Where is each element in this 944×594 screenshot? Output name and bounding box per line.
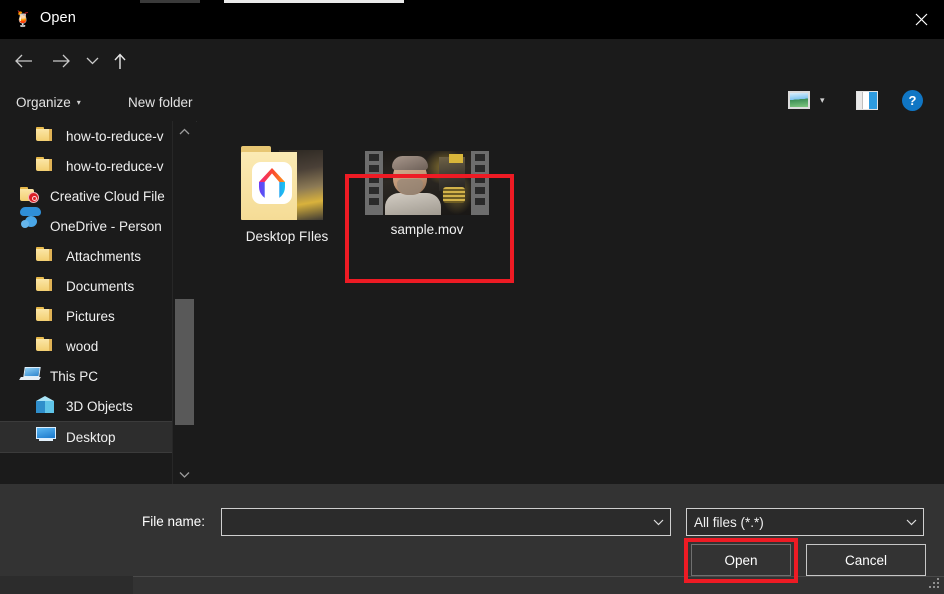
scroll-up-arrow-icon[interactable] <box>173 121 196 141</box>
file-name-input[interactable] <box>221 508 671 536</box>
sidebar-item-how-to-reduce-v[interactable]: how-to-reduce-v <box>0 151 172 181</box>
sidebar-item-label: Documents <box>66 279 134 294</box>
sidebar-item-attachments[interactable]: Attachments <box>0 241 172 271</box>
title-bar: 🍹 Open <box>0 0 944 39</box>
sidebar-item-how-to-reduce-v[interactable]: how-to-reduce-v <box>0 121 172 151</box>
sidebar-item-label: This PC <box>50 369 98 384</box>
up-arrow-icon[interactable] <box>106 46 134 76</box>
folder-thumbnail-icon <box>239 144 335 222</box>
forward-arrow-icon[interactable] <box>44 46 78 76</box>
file-name-label: File name: <box>142 514 205 529</box>
sidebar-item-label: OneDrive - Person <box>50 219 162 234</box>
cocktail-pineapple-icon: 🍹 <box>13 10 33 30</box>
file-type-filter-value: All files (*.*) <box>687 515 899 530</box>
sidebar-item-3d-objects[interactable]: 3D Objects <box>0 391 172 421</box>
titlebar-accent-right <box>224 0 404 3</box>
close-icon[interactable] <box>898 0 944 39</box>
cancel-button[interactable]: Cancel <box>806 544 926 576</box>
sidebar-item-onedrive-person[interactable]: OneDrive - Person <box>0 211 172 241</box>
folder-icon <box>36 306 58 326</box>
desktop-monitor-icon <box>36 427 58 447</box>
cube-icon <box>36 396 58 416</box>
sidebar-item-label: Creative Cloud File <box>50 189 165 204</box>
open-file-dialog: 🍹 Open › This PC › Desktop <box>0 0 944 594</box>
folder-tree: how-to-reduce-v how-to-reduce-v Creative C… <box>0 121 172 453</box>
folder-icon <box>36 336 58 356</box>
scrollbar-thumb[interactable] <box>175 299 194 425</box>
footer-left-strip <box>0 576 133 594</box>
file-item-sample-mov[interactable]: sample.mov <box>363 151 491 237</box>
help-icon[interactable]: ? <box>902 90 923 111</box>
creative-cloud-folder-icon <box>20 186 42 206</box>
organize-button[interactable]: Organize ▾ <box>16 92 81 113</box>
file-item-folder[interactable]: Desktop FIles <box>223 144 351 244</box>
pane-segment-right <box>869 92 877 109</box>
new-folder-button[interactable]: New folder <box>128 92 193 113</box>
file-list-view[interactable]: Desktop FIles <box>197 121 944 484</box>
sidebar-item-label: how-to-reduce-v <box>66 129 164 144</box>
preview-pane-button[interactable] <box>856 91 878 110</box>
folder-icon <box>36 276 58 296</box>
navigation-pane-scrollbar[interactable] <box>172 121 196 484</box>
file-item-label: sample.mov <box>363 222 491 237</box>
view-chevron-down-icon[interactable]: ▾ <box>820 95 825 106</box>
organize-label: Organize <box>16 95 71 110</box>
sidebar-item-label: 3D Objects <box>66 399 133 414</box>
titlebar-accent-left <box>140 0 200 3</box>
resize-grip[interactable] <box>928 578 940 590</box>
sidebar-item-documents[interactable]: Documents <box>0 271 172 301</box>
sidebar-item-label: how-to-reduce-v <box>66 159 164 174</box>
sidebar-item-label: Desktop <box>66 430 116 445</box>
sidebar-item-wood[interactable]: wood <box>0 331 172 361</box>
file-name-chevron-down-icon[interactable] <box>646 519 670 526</box>
sidebar-item-this-pc[interactable]: This PC <box>0 361 172 391</box>
this-pc-icon <box>20 366 42 386</box>
chevron-down-icon: ▾ <box>77 98 81 107</box>
sidebar-item-label: wood <box>66 339 98 354</box>
sidebar-item-pictures[interactable]: Pictures <box>0 301 172 331</box>
scroll-down-arrow-icon[interactable] <box>173 464 196 484</box>
back-arrow-icon[interactable] <box>6 46 40 76</box>
dialog-footer <box>0 484 944 594</box>
navigation-bar: › This PC › Desktop › Search Desktop <box>0 39 944 83</box>
video-thumbnail-icon <box>365 151 489 215</box>
sidebar-item-label: Attachments <box>66 249 141 264</box>
folder-icon <box>36 156 58 176</box>
navigation-pane: how-to-reduce-v how-to-reduce-v Creative C… <box>0 121 172 484</box>
picture-view-icon <box>788 91 810 109</box>
folder-icon <box>36 246 58 266</box>
sidebar-item-label: Pictures <box>66 309 115 324</box>
open-button[interactable]: Open <box>691 544 791 576</box>
footer-divider <box>133 576 944 577</box>
file-type-filter-select[interactable]: All files (*.*) <box>686 508 924 536</box>
file-type-chevron-down-icon[interactable] <box>899 519 923 526</box>
sidebar-item-desktop[interactable]: Desktop <box>0 421 172 453</box>
recent-locations-chevron-down-icon[interactable] <box>80 46 104 76</box>
change-view-button[interactable] <box>788 91 810 111</box>
onedrive-icon <box>20 216 42 236</box>
window-title: Open <box>40 10 76 26</box>
file-item-label: Desktop FIles <box>223 229 351 244</box>
folder-icon <box>36 126 58 146</box>
new-folder-label: New folder <box>128 95 193 110</box>
